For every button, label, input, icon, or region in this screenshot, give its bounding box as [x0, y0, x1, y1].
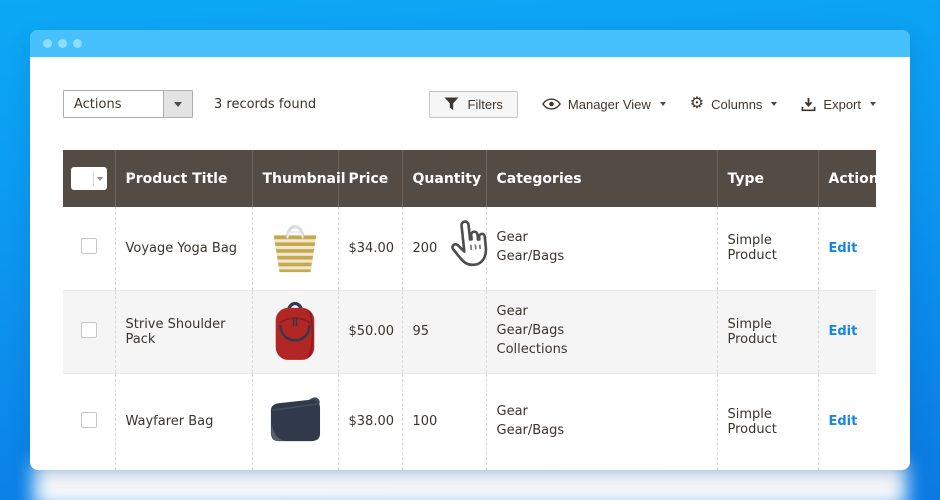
actions-caret-box — [163, 91, 192, 117]
cell-categories: Gear Gear/Bags — [486, 207, 717, 290]
row-checkbox[interactable] — [81, 238, 97, 254]
red-backpack-image — [268, 298, 322, 366]
caret-down-icon — [870, 102, 876, 106]
cell-type: Simple Product — [717, 290, 818, 373]
edit-link[interactable]: Edit — [829, 241, 858, 256]
cell-price: $38.00 — [338, 373, 402, 470]
grid-toolbar: Actions 3 records found Filters — [63, 90, 876, 118]
category-line: Gear/Bags — [497, 422, 709, 441]
row-checkbox[interactable] — [81, 322, 97, 338]
product-grid-table: Product Title Thumbnail Price Quantity C… — [63, 150, 876, 470]
actions-dropdown-label: Actions — [64, 91, 163, 117]
category-line: Gear — [497, 403, 709, 422]
cell-quantity: 95 — [402, 290, 486, 373]
window-dot-icon — [43, 39, 52, 48]
caret-down-icon — [660, 102, 666, 106]
window-dot-icon — [73, 39, 82, 48]
download-icon — [801, 97, 816, 112]
cell-quantity: 100 — [402, 373, 486, 470]
columns-button-label: Columns — [711, 97, 762, 112]
dark-navy-messenger-bag-image — [265, 394, 325, 450]
category-line: Collections — [497, 341, 709, 360]
edit-link[interactable]: Edit — [829, 414, 858, 429]
column-header-type[interactable]: Type — [717, 150, 818, 207]
cell-price: $34.00 — [338, 207, 402, 290]
records-count-text: 3 records found — [214, 97, 316, 112]
column-header-price[interactable]: Price — [338, 150, 402, 207]
column-header-product-title[interactable]: Product Title — [115, 150, 252, 207]
row-checkbox[interactable] — [81, 412, 97, 428]
column-header-categories[interactable]: Categories — [486, 150, 717, 207]
cell-thumbnail — [252, 290, 338, 373]
table-header-row: Product Title Thumbnail Price Quantity C… — [63, 150, 876, 207]
cell-product-title: Strive Shoulder Pack — [115, 290, 252, 373]
select-all-header — [63, 150, 115, 207]
caret-down-icon — [174, 102, 182, 107]
caret-down-icon — [97, 177, 103, 181]
column-header-action: Action — [818, 150, 876, 207]
category-line: Gear/Bags — [497, 248, 709, 267]
eye-icon — [542, 98, 561, 110]
gear-icon: ⚙ — [690, 96, 704, 112]
cell-thumbnail — [252, 373, 338, 470]
export-button-label: Export — [823, 97, 861, 112]
cell-product-title: Voyage Yoga Bag — [115, 207, 252, 290]
category-line: Gear/Bags — [497, 322, 709, 341]
category-line: Gear — [497, 229, 709, 248]
cell-thumbnail — [252, 207, 338, 290]
toolbar-right-group: Filters Manager View ⚙ Columns — [429, 91, 876, 118]
hand-pointer-cursor — [444, 217, 491, 273]
table-row: Wayfarer Bag $38.00 100 Gear — [63, 373, 876, 470]
caret-down-icon — [771, 102, 777, 106]
cell-type: Simple Product — [717, 373, 818, 470]
export-button[interactable]: Export — [801, 97, 876, 112]
cell-price: $50.00 — [338, 290, 402, 373]
columns-button[interactable]: ⚙ Columns — [690, 96, 778, 112]
filters-button[interactable]: Filters — [429, 91, 518, 118]
select-all-dropdown[interactable] — [71, 167, 107, 190]
edit-link[interactable]: Edit — [829, 324, 858, 339]
cell-type: Simple Product — [717, 207, 818, 290]
category-line: Gear — [497, 303, 709, 322]
window-dot-icon — [58, 39, 67, 48]
column-header-thumbnail[interactable]: Thumbnail — [252, 150, 338, 207]
cell-product-title: Wayfarer Bag — [115, 373, 252, 470]
window-titlebar — [30, 30, 910, 57]
column-header-quantity[interactable]: Quantity — [402, 150, 486, 207]
table-row: Strive Shoulder Pack $50.00 — [63, 290, 876, 373]
cell-categories: Gear Gear/Bags — [486, 373, 717, 470]
select-all-caret-box — [93, 171, 107, 186]
filters-button-label: Filters — [468, 97, 503, 112]
manager-view-label: Manager View — [568, 97, 651, 112]
actions-dropdown[interactable]: Actions — [63, 90, 193, 118]
manager-view-button[interactable]: Manager View — [542, 97, 666, 112]
cell-categories: Gear Gear/Bags Collections — [486, 290, 717, 373]
tan-striped-tote-bag-image — [266, 216, 324, 280]
filter-funnel-icon — [444, 97, 459, 111]
